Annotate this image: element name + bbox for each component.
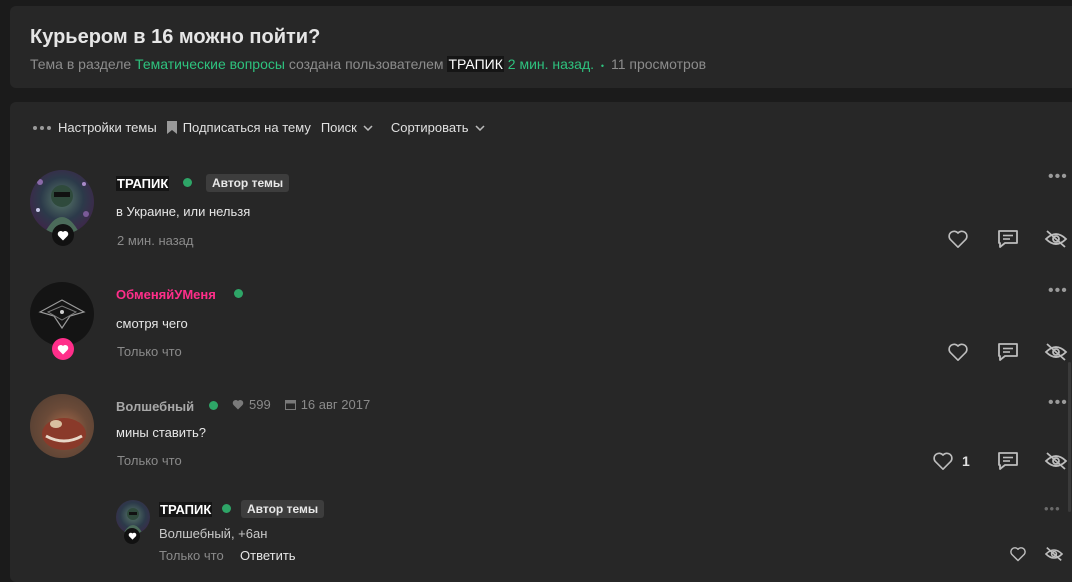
avatar-badge — [52, 224, 74, 246]
heart-icon — [933, 452, 953, 470]
eye-slash-icon — [1044, 230, 1068, 248]
like-count: 1 — [962, 453, 970, 469]
heart-icon — [232, 399, 244, 410]
bookmark-icon — [166, 121, 177, 134]
avatar[interactable] — [30, 394, 94, 458]
user-reg-date: 16 авг 2017 — [300, 397, 371, 412]
reply-button[interactable]: Ответить — [240, 548, 296, 563]
avatar[interactable] — [30, 282, 94, 346]
post-time[interactable]: Только что — [117, 453, 182, 468]
hide-post-button[interactable] — [1044, 451, 1068, 471]
user-stats: 599 16 авг 2017 — [232, 397, 384, 412]
reply-hide-button[interactable] — [1044, 546, 1064, 562]
online-indicator — [209, 401, 218, 410]
heart-icon — [128, 532, 136, 540]
subscribe-label: Подписаться на тему — [182, 120, 311, 135]
thread-header: Курьером в 16 можно пойти? Тема в раздел… — [10, 6, 1072, 88]
comment-button[interactable] — [997, 342, 1019, 362]
online-indicator — [183, 178, 192, 187]
online-indicator — [234, 289, 243, 298]
more-dots-icon — [33, 125, 51, 130]
heart-icon — [948, 230, 968, 248]
eye-slash-icon — [1044, 547, 1064, 561]
thread-settings-button[interactable]: Настройки темы — [32, 120, 157, 135]
post-menu-button[interactable]: ••• — [1048, 395, 1068, 411]
eye-slash-icon — [1044, 452, 1068, 470]
post-text: мины ставить? — [116, 425, 206, 440]
post-username[interactable]: ОбменяйУМеня — [116, 287, 216, 302]
meta-mid: создана пользователем — [288, 56, 444, 72]
post-text: в Украине, или нельзя — [116, 204, 251, 219]
online-indicator — [222, 504, 231, 513]
meta-prefix: Тема в разделе — [30, 56, 132, 72]
post-time[interactable]: Только что — [117, 344, 182, 359]
reply-like-button[interactable] — [1009, 546, 1027, 562]
avatar-badge — [124, 528, 140, 544]
author-tag: Автор темы — [241, 500, 325, 518]
like-button[interactable] — [947, 342, 969, 362]
meta-separator: • — [600, 61, 605, 71]
post-menu-button[interactable]: ••• — [1048, 283, 1068, 299]
heart-icon — [948, 343, 968, 361]
author-link[interactable]: ТРАПИК — [447, 56, 504, 72]
comment-button[interactable] — [997, 451, 1019, 471]
page-title: Курьером в 16 можно пойти? — [30, 26, 321, 48]
post-menu-button[interactable]: ••• — [1048, 169, 1068, 185]
avatar-image — [42, 418, 86, 450]
sort-dropdown[interactable]: Сортировать — [391, 120, 485, 135]
user-likes: 599 — [249, 397, 271, 412]
section-link[interactable]: Тематические вопросы — [135, 56, 285, 72]
views-count: 11 просмотров — [610, 56, 707, 72]
hide-post-button[interactable] — [1044, 342, 1068, 362]
comment-icon — [998, 230, 1018, 248]
thread-settings-label: Настройки темы — [58, 120, 157, 135]
heart-icon — [57, 230, 69, 240]
post-time[interactable]: 2 мин. назад — [117, 233, 193, 248]
avatar-image — [38, 299, 86, 330]
post-username[interactable]: Волшебный — [116, 399, 194, 414]
author-tag: Автор темы — [206, 174, 290, 192]
comment-icon — [998, 343, 1018, 361]
avatar-badge — [52, 338, 74, 360]
like-button[interactable] — [947, 229, 969, 249]
post-text: смотря чего — [116, 316, 188, 331]
reply-time[interactable]: Только что — [159, 548, 224, 563]
subscribe-button[interactable]: Подписаться на тему — [166, 120, 311, 135]
thread-toolbar: Настройки темы Подписаться на тему Поиск… — [32, 120, 495, 135]
created-time: 2 мин. назад. — [507, 56, 595, 72]
comment-button[interactable] — [997, 229, 1019, 249]
reply-username[interactable]: ТРАПИК — [159, 502, 213, 517]
comment-icon — [998, 452, 1018, 470]
chevron-down-icon — [475, 124, 485, 131]
reply-text: Волшебный, +6ан — [159, 526, 268, 541]
search-label: Поиск — [320, 120, 357, 135]
calendar-icon — [284, 400, 296, 410]
like-button[interactable]: 1 — [932, 451, 970, 471]
heart-icon — [1010, 547, 1026, 562]
search-dropdown[interactable]: Поиск — [321, 120, 373, 135]
scrollbar[interactable] — [1068, 362, 1071, 512]
eye-slash-icon — [1044, 343, 1068, 361]
thread-body: Настройки темы Подписаться на тему Поиск… — [10, 102, 1072, 582]
chevron-down-icon — [363, 124, 373, 131]
hide-post-button[interactable] — [1044, 229, 1068, 249]
sort-label: Сортировать — [390, 120, 469, 135]
heart-icon — [57, 344, 69, 354]
reply-menu-button[interactable]: ••• — [1044, 502, 1061, 515]
post-username[interactable]: ТРАПИК — [116, 176, 170, 191]
thread-meta: Тема в разделе Тематические вопросы созд… — [30, 56, 706, 72]
